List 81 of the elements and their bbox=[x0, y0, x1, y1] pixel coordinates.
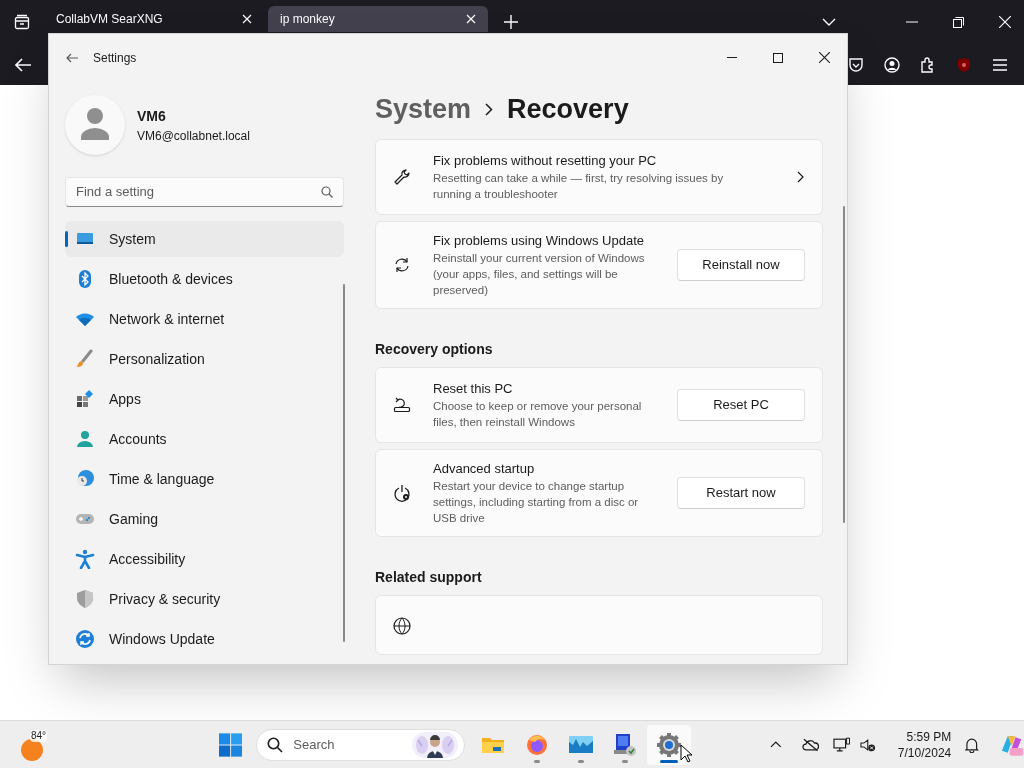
search-placeholder: Search bbox=[293, 735, 335, 754]
clock-time: 5:59 PM bbox=[906, 728, 952, 745]
selection-indicator bbox=[65, 231, 68, 247]
active-indicator bbox=[660, 759, 679, 763]
cloud-off-icon[interactable] bbox=[801, 737, 820, 752]
globe-icon bbox=[393, 617, 411, 635]
extensions-icon[interactable] bbox=[920, 56, 936, 73]
running-indicator bbox=[622, 759, 629, 763]
chevron-right-icon bbox=[797, 171, 804, 183]
sun-icon[interactable] bbox=[20, 737, 44, 762]
temperature: 84° bbox=[30, 729, 48, 742]
nav-item[interactable]: Accounts bbox=[65, 421, 344, 457]
paintbrush-icon bbox=[75, 349, 95, 369]
nav-item[interactable]: Accessibility bbox=[65, 541, 344, 577]
person-silhouette-icon bbox=[80, 107, 110, 143]
search-icon bbox=[321, 186, 333, 198]
clock[interactable]: 5:59 PM 7/10/2024 bbox=[885, 728, 952, 761]
card-description: Resetting can take a while — first, try resolving issues by running a troubleshooter bbox=[433, 171, 725, 202]
shield-icon bbox=[75, 589, 95, 609]
section-heading: Recovery options bbox=[375, 339, 494, 359]
person-icon bbox=[75, 429, 95, 449]
chevron-up-icon[interactable] bbox=[770, 741, 782, 748]
account-icon[interactable] bbox=[884, 56, 900, 73]
section-heading: Related support bbox=[375, 567, 483, 587]
shield-extension-icon[interactable] bbox=[956, 56, 972, 73]
action-button[interactable]: Reinstall now bbox=[677, 249, 805, 281]
nav-item[interactable]: Network & internet bbox=[65, 301, 344, 337]
pocket-icon[interactable] bbox=[848, 56, 864, 73]
search-field[interactable]: Find a setting bbox=[65, 177, 344, 207]
user-name: VM6 bbox=[137, 106, 167, 126]
sync-icon bbox=[75, 629, 95, 649]
nav-item[interactable]: System bbox=[65, 221, 344, 257]
window-title: Settings bbox=[93, 49, 137, 67]
action-button[interactable]: Reset PC bbox=[677, 389, 805, 421]
page-title: Recovery bbox=[507, 92, 629, 126]
wrench-icon bbox=[393, 168, 411, 186]
card-title: Fix problems without resetting your PC bbox=[433, 152, 658, 170]
user-email: VM6@collabnet.local bbox=[137, 127, 250, 145]
card-description: Restart your device to change startup settings, including starting from a disc or USB drive bbox=[433, 479, 640, 526]
computer-network-icon bbox=[612, 731, 639, 758]
restore-icon[interactable] bbox=[953, 16, 964, 28]
chevron-down-icon[interactable] bbox=[822, 18, 836, 26]
card-title: Reset this PC bbox=[433, 380, 514, 398]
bell-icon[interactable] bbox=[965, 736, 979, 753]
browser-tab[interactable]: ip monkey bbox=[268, 6, 488, 32]
reset-pc-icon bbox=[393, 396, 411, 414]
nav-item[interactable]: Windows Update bbox=[65, 621, 344, 657]
nav-item[interactable]: Personalization bbox=[65, 341, 344, 377]
taskbar-search[interactable]: Search bbox=[256, 728, 466, 761]
settings-card[interactable]: Fix problems without resetting your PC Resetting can take a while — first, try resolving issues by running a troubleshooter bbox=[375, 139, 823, 215]
search-icon bbox=[267, 736, 284, 753]
power-gear-icon bbox=[393, 484, 411, 502]
globe-clock-icon bbox=[75, 469, 95, 489]
close-icon[interactable] bbox=[819, 52, 830, 63]
card-description: Choose to keep or remove your personal files, then reinstall Windows bbox=[433, 399, 643, 430]
refresh-icon bbox=[393, 256, 411, 274]
search-input[interactable]: Find a setting bbox=[76, 182, 321, 202]
card-title: Fix problems using Windows Update bbox=[433, 232, 645, 250]
nav-item[interactable]: Privacy & security bbox=[65, 581, 344, 617]
maximize-icon[interactable] bbox=[773, 52, 783, 63]
network-icon[interactable] bbox=[833, 736, 851, 753]
card-description: Reinstall your current version of Windows (your apps, files, and settings will be preserved) bbox=[433, 251, 646, 298]
menu-icon[interactable] bbox=[992, 57, 1008, 72]
new-tab-icon[interactable] bbox=[504, 15, 518, 29]
chevron-right-icon bbox=[485, 102, 494, 116]
cursor-icon bbox=[680, 744, 692, 763]
apps-icon bbox=[75, 389, 95, 409]
browser-tab[interactable]: CollabVM SearXNG bbox=[44, 6, 264, 32]
running-indicator bbox=[534, 759, 541, 763]
nav-item[interactable]: Time & language bbox=[65, 461, 344, 497]
clock-date: 7/10/2024 bbox=[897, 744, 952, 761]
nav-item[interactable]: Gaming bbox=[65, 501, 344, 537]
nav-item[interactable]: Bluetooth & devices bbox=[65, 261, 344, 297]
accessibility-icon bbox=[75, 549, 95, 569]
card-title: Advanced startup bbox=[433, 460, 536, 478]
breadcrumb-parent[interactable]: System bbox=[375, 88, 472, 130]
nav-item[interactable]: Apps bbox=[65, 381, 344, 417]
action-button[interactable]: Restart now bbox=[677, 477, 805, 509]
running-indicator bbox=[578, 759, 585, 763]
start-icon[interactable] bbox=[219, 732, 243, 757]
tab-list-icon[interactable] bbox=[14, 14, 30, 30]
